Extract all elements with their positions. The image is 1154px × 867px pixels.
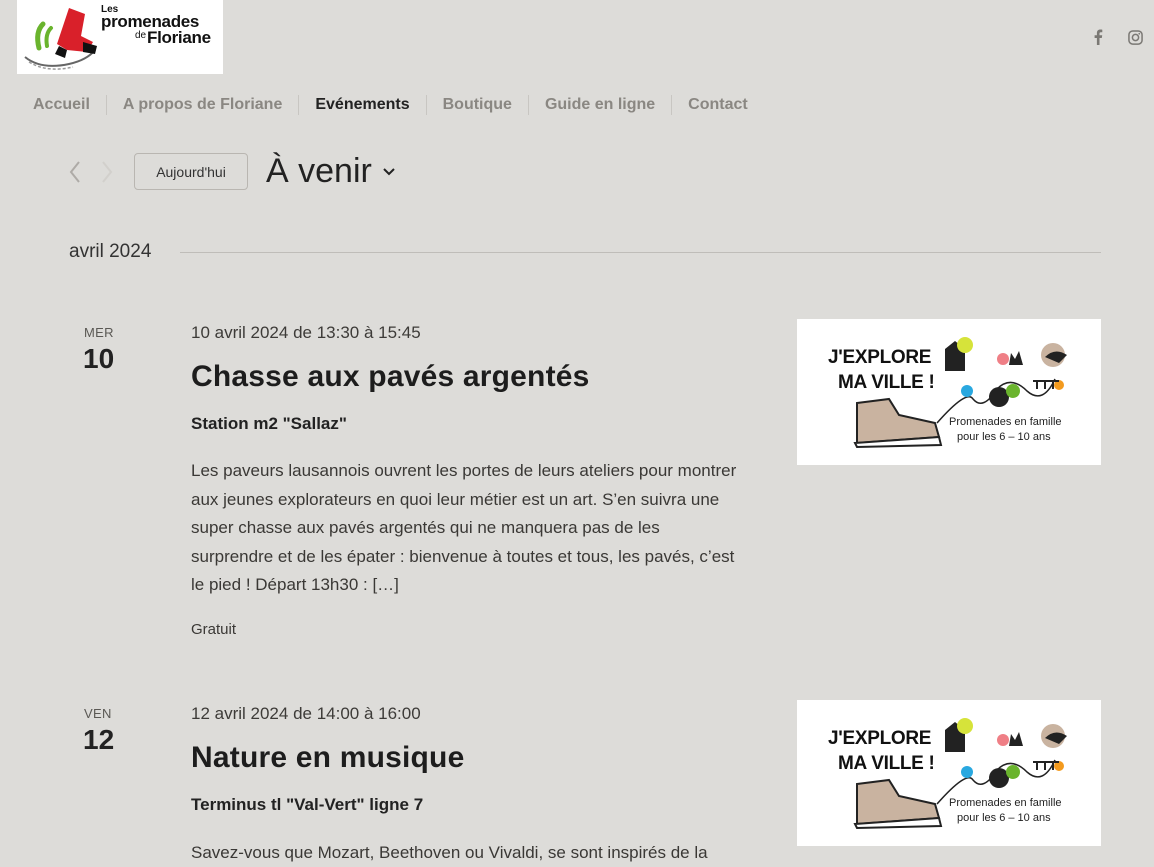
event-description: Savez-vous que Mozart, Beethoven ou Viva… (191, 843, 708, 862)
event-venue: Station m2 "Sallaz" (191, 414, 347, 433)
event-image-title-line2: MA VILLE ! (838, 753, 935, 774)
main-nav: Accueil A propos de Floriane Evénements … (33, 95, 764, 115)
event-datetime: 12 avril 2024 de 14:00 à 16:00 (191, 704, 421, 723)
next-events-chevron-icon[interactable] (97, 158, 117, 186)
event-image-title-line1: J'EXPLORE (828, 728, 932, 749)
nav-item-a-propos[interactable]: A propos de Floriane (105, 95, 298, 115)
month-separator-line (180, 252, 1101, 253)
event-title-link[interactable]: Nature en musique (191, 741, 464, 775)
view-selector-label: À venir (266, 152, 372, 190)
event-image-caption-line1: Promenades en famille (949, 416, 1062, 428)
event-image-caption-line2: pour les 6 – 10 ans (957, 812, 1051, 824)
event-image-title-line2: MA VILLE ! (838, 372, 935, 393)
logo-mark-icon (24, 8, 97, 70)
event-day-number: 10 (83, 343, 115, 374)
event-image[interactable]: J'EXPLORE MA VILLE ! Promenades en famil… (797, 319, 1101, 465)
event-venue: Terminus tl "Val-Vert" ligne 7 (191, 795, 424, 814)
nav-item-evenements[interactable]: Evénements (298, 95, 425, 115)
nav-item-contact[interactable]: Contact (671, 95, 764, 115)
event-title-link[interactable]: Chasse aux pavés argentés (191, 360, 590, 394)
event-day-of-week: VEN (84, 706, 112, 721)
site-logo[interactable]: Les promenades de Floriane (17, 0, 223, 74)
event-image[interactable]: J'EXPLORE MA VILLE ! Promenades en famil… (797, 700, 1101, 846)
event-image-caption-line2: pour les 6 – 10 ans (957, 431, 1051, 443)
view-selector[interactable]: À venir (266, 152, 396, 191)
event-description: Les paveurs lausannois ouvrent les porte… (191, 461, 737, 594)
event-day-of-week: MER (84, 325, 114, 340)
previous-events-chevron-icon[interactable] (65, 158, 85, 186)
instagram-icon[interactable] (1126, 28, 1144, 46)
nav-item-guide-en-ligne[interactable]: Guide en ligne (527, 95, 671, 115)
event-datetime: 10 avril 2024 de 13:30 à 15:45 (191, 323, 421, 342)
event-image-caption-line1: Promenades en famille (949, 797, 1062, 809)
logo-text-de: de (135, 30, 147, 41)
nav-item-accueil[interactable]: Accueil (33, 95, 106, 115)
today-button[interactable]: Aujourd'hui (134, 153, 248, 190)
nav-item-boutique[interactable]: Boutique (425, 95, 528, 115)
event-image-title-line1: J'EXPLORE (828, 347, 932, 368)
chevron-down-icon (382, 167, 396, 177)
logo-text-floriane: Floriane (147, 28, 211, 47)
month-separator-label: avril 2024 (69, 241, 152, 262)
event-cost: Gratuit (191, 621, 237, 638)
facebook-icon[interactable] (1089, 28, 1107, 46)
event-day-number: 12 (83, 724, 115, 755)
